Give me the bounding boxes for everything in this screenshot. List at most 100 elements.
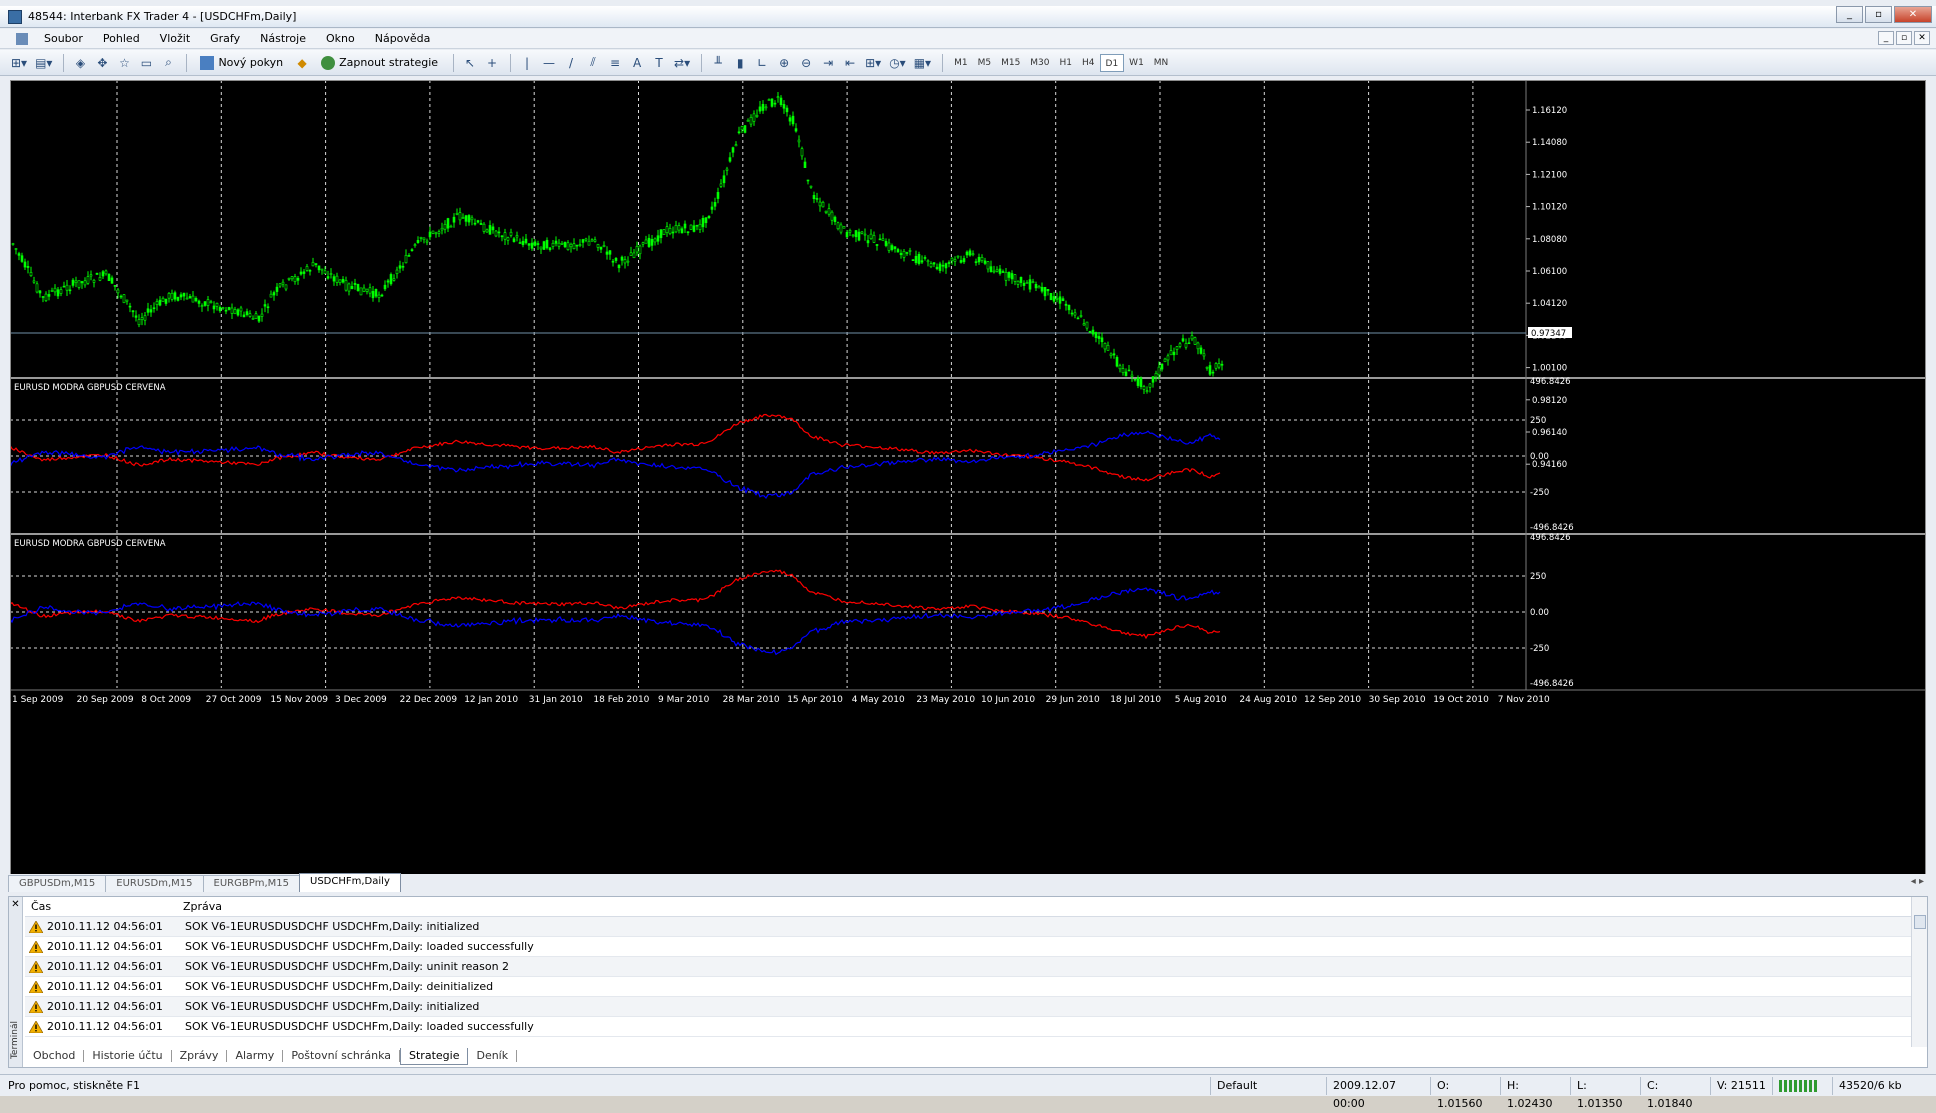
row-time: 2010.11.12 04:56:01 (47, 940, 163, 953)
menu-view[interactable]: Pohled (93, 32, 150, 45)
menu-tools[interactable]: Nástroje (250, 32, 316, 45)
table-row[interactable]: 2010.11.12 04:56:01 SOK V6-1EURUSDUSDCHF … (25, 1017, 1911, 1037)
row-time: 2010.11.12 04:56:01 (47, 980, 163, 993)
column-message[interactable]: Zpráva (175, 900, 222, 913)
trendline-icon[interactable]: / (561, 53, 581, 73)
navigator-icon[interactable]: ✥ (92, 53, 112, 73)
cursor-icon[interactable]: ↖ (460, 53, 480, 73)
tester-icon[interactable]: ⌕ (158, 53, 178, 73)
horizontal-line-icon[interactable]: — (539, 53, 559, 73)
status-bar: Pro pomoc, stiskněte F1 Default 2009.12.… (0, 1074, 1936, 1110)
chart-tab-usdchf[interactable]: USDCHFm,Daily (299, 873, 401, 892)
expert-advisors-button[interactable]: Zapnout strategie (314, 53, 445, 73)
zoom-out-icon[interactable]: ⊖ (796, 53, 816, 73)
tab-alerts[interactable]: Alarmy (227, 1050, 284, 1062)
timeframe-mn[interactable]: MN (1149, 54, 1174, 72)
equidistant-channel-icon[interactable]: ⫽ (583, 53, 603, 73)
table-row[interactable]: 2010.11.12 04:56:01 SOK V6-1EURUSDUSDCHF … (25, 957, 1911, 977)
status-close: C: 1.01840 (1640, 1076, 1710, 1110)
templates-icon[interactable]: ▦▾ (911, 53, 934, 73)
table-row[interactable]: 2010.11.12 04:56:01 SOK V6-1EURUSDUSDCHF … (25, 977, 1911, 997)
terminal-tabs: Obchod Historie účtu Zprávy Alarmy Pošto… (25, 1047, 518, 1065)
timeframe-h1[interactable]: H1 (1055, 54, 1078, 72)
tab-account-history[interactable]: Historie účtu (84, 1050, 172, 1062)
status-open: O: 1.01560 (1430, 1076, 1500, 1110)
periods-icon[interactable]: ◷▾ (886, 53, 909, 73)
bar-chart-icon[interactable]: ╨ (708, 53, 728, 73)
terminal-scrollbar[interactable] (1911, 897, 1927, 1047)
close-button[interactable]: ✕ (1894, 6, 1932, 23)
menu-insert[interactable]: Vložit (150, 32, 200, 45)
tab-news[interactable]: Zprávy (172, 1050, 228, 1062)
table-row[interactable]: 2010.11.12 04:56:01 SOK V6-1EURUSDUSDCHF … (25, 937, 1911, 957)
warning-icon (29, 1000, 43, 1013)
chart-shift-icon[interactable]: ⇤ (840, 53, 860, 73)
chart-tab-gbpusd[interactable]: GBPUSDm,M15 (8, 875, 107, 892)
status-low: L: 1.01350 (1570, 1076, 1640, 1110)
terminal-panel: ✕ Terminál Čas Zpráva 2010.11.12 04:56:0… (8, 896, 1928, 1068)
status-profile[interactable]: Default (1210, 1076, 1326, 1095)
text-icon[interactable]: A (627, 53, 647, 73)
new-order-button[interactable]: Nový pokyn (193, 53, 290, 73)
data-window-icon[interactable]: ☆ (114, 53, 134, 73)
mdi-minimize-button[interactable]: _ (1878, 31, 1894, 45)
table-row[interactable]: 2010.11.12 04:56:01 SOK V6-1EURUSDUSDCHF … (25, 997, 1911, 1017)
timeframe-m15[interactable]: M15 (996, 54, 1025, 72)
profiles-icon[interactable]: ▤▾ (32, 53, 55, 73)
column-time[interactable]: Čas (25, 900, 175, 913)
tab-experts[interactable]: Strategie (400, 1047, 469, 1065)
menu-bar: Soubor Pohled Vložit Grafy Nástroje Okno… (0, 29, 1936, 49)
menu-file[interactable]: Soubor (34, 32, 93, 45)
terminal-close-icon[interactable]: ✕ (9, 899, 22, 910)
text-label-icon[interactable]: T (649, 53, 669, 73)
chart-window-icon[interactable] (16, 32, 28, 45)
indicators-icon[interactable]: ⊞▾ (862, 53, 884, 73)
title-bar: 48544: Interbank FX Trader 4 - [USDCHFm,… (0, 6, 1936, 28)
minimize-button[interactable]: _ (1836, 6, 1863, 23)
metaeditor-icon[interactable]: ◆ (292, 53, 312, 73)
chart-window[interactable]: 496.8426 250 0.00 -250 -496.8426 EURUSD MODRA… (9, 80, 1926, 880)
timeframe-d1[interactable]: D1 (1099, 53, 1125, 72)
row-message: SOK V6-1EURUSDUSDCHF USDCHFm,Daily: load… (185, 940, 534, 953)
fibonacci-icon[interactable]: ≡ (605, 53, 625, 73)
candlestick-icon[interactable]: ▮ (730, 53, 750, 73)
vertical-line-icon[interactable]: | (517, 53, 537, 73)
chart-tab-eurgbp[interactable]: EURGBPm,M15 (202, 875, 301, 892)
timeframe-h4[interactable]: H4 (1077, 54, 1100, 72)
terminal-icon[interactable]: ▭ (136, 53, 156, 73)
tab-trade[interactable]: Obchod (25, 1050, 85, 1062)
menu-charts[interactable]: Grafy (200, 32, 250, 45)
chart-tabs: GBPUSDm,M15 EURUSDm,M15 EURGBPm,M15 USDC… (8, 873, 1928, 892)
mdi-restore-button[interactable]: ▫ (1896, 31, 1912, 45)
autoscroll-icon[interactable]: ⇥ (818, 53, 838, 73)
status-volume: V: 21511 (1710, 1076, 1772, 1095)
row-time: 2010.11.12 04:56:01 (47, 920, 163, 933)
new-chart-icon[interactable]: ⊞▾ (8, 53, 30, 73)
warning-icon (29, 920, 43, 933)
chart-tab-eurusd[interactable]: EURUSDm,M15 (105, 875, 204, 892)
row-message: SOK V6-1EURUSDUSDCHF USDCHFm,Daily: dein… (185, 980, 494, 993)
line-chart-icon[interactable]: ∟ (752, 53, 772, 73)
menu-help[interactable]: Nápověda (365, 32, 441, 45)
timeframe-m5[interactable]: M5 (973, 54, 997, 72)
timeframe-m1[interactable]: M1 (949, 54, 973, 72)
crosshair-icon[interactable]: + (482, 53, 502, 73)
arrows-icon[interactable]: ⇄▾ (671, 53, 693, 73)
zoom-in-icon[interactable]: ⊕ (774, 53, 794, 73)
market-watch-icon[interactable]: ◈ (70, 53, 90, 73)
timeframe-w1[interactable]: W1 (1124, 54, 1149, 72)
warning-icon (29, 1020, 43, 1033)
tab-journal[interactable]: Deník (468, 1050, 518, 1062)
status-high: H: 1.02430 (1500, 1076, 1570, 1110)
terminal-sidebar: ✕ Terminál (9, 897, 23, 1067)
status-datetime: 2009.12.07 00:00 (1326, 1076, 1430, 1110)
app-icon (8, 9, 22, 24)
timeframe-m30[interactable]: M30 (1025, 54, 1054, 72)
mdi-close-button[interactable]: ✕ (1914, 31, 1930, 45)
row-message: SOK V6-1EURUSDUSDCHF USDCHFm,Daily: init… (185, 920, 480, 933)
maximize-button[interactable]: ▫ (1865, 6, 1892, 23)
tab-scroll-arrows[interactable]: ◂ ▸ (1911, 876, 1924, 887)
table-row[interactable]: 2010.11.12 04:56:01 SOK V6-1EURUSDUSDCHF … (25, 917, 1911, 937)
tab-mailbox[interactable]: Poštovní schránka (283, 1050, 401, 1062)
menu-window[interactable]: Okno (316, 32, 365, 45)
